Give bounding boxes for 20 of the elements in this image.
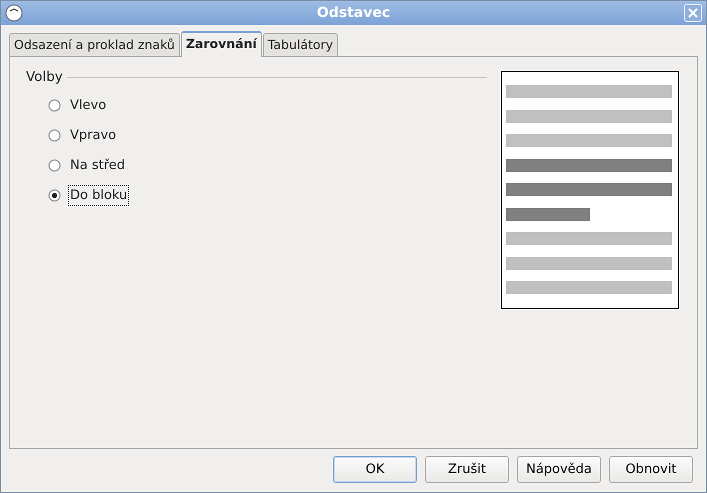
radio-button[interactable] bbox=[48, 128, 61, 142]
group-title: Volby bbox=[26, 68, 63, 87]
radio-button[interactable] bbox=[48, 158, 61, 172]
tab[interactable]: Odsazení a proklad znaků bbox=[9, 33, 180, 56]
radio-label[interactable]: Na střed bbox=[68, 154, 128, 176]
tab[interactable]: Tabulátory bbox=[262, 33, 338, 56]
radio-button[interactable] bbox=[48, 98, 61, 112]
radio-label[interactable]: Do bloku bbox=[68, 184, 130, 206]
dialog-button[interactable]: OK bbox=[333, 456, 417, 483]
dialog-button[interactable]: Nápověda bbox=[517, 456, 601, 483]
window-title: Odstavec bbox=[316, 4, 390, 22]
app-icon bbox=[5, 4, 23, 22]
radio-label[interactable]: Vlevo bbox=[68, 94, 108, 116]
close-button[interactable] bbox=[684, 4, 702, 22]
tab[interactable]: Zarovnání bbox=[180, 31, 262, 57]
close-icon bbox=[688, 8, 698, 18]
radio-button[interactable] bbox=[48, 188, 61, 202]
dialog-button[interactable]: Obnovit bbox=[609, 456, 693, 483]
dialog-button[interactable]: Zrušit bbox=[425, 456, 509, 483]
radio-label[interactable]: Vpravo bbox=[68, 124, 118, 146]
